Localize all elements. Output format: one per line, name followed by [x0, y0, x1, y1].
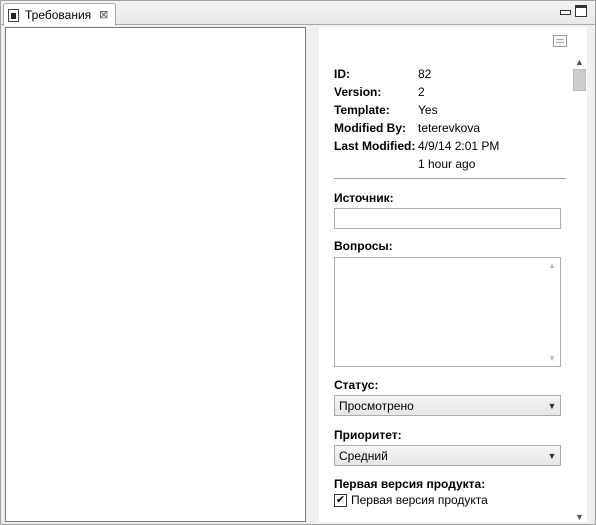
meta-row-id: ID: 82	[334, 65, 574, 83]
section-divider	[334, 178, 566, 179]
last-modified-value: 4/9/14 2:01 PM	[418, 139, 500, 153]
scroll-up-icon[interactable]: ▲	[548, 261, 556, 270]
requirements-tree-pane[interactable]	[5, 27, 306, 522]
version-label: Version:	[334, 85, 382, 99]
scroll-down-icon[interactable]: ▼	[575, 512, 584, 522]
status-label: Статус:	[334, 378, 379, 392]
tab-requirements[interactable]: Требования ⊠	[3, 3, 116, 26]
properties-pane: ID: 82 Version: 2 Template: Yes Modified…	[319, 27, 587, 522]
meta-row-last-modified: Last Modified: 4/9/14 2:01 PM	[334, 137, 574, 155]
first-version-label: Первая версия продукта:	[334, 477, 486, 491]
last-modified-relative: 1 hour ago	[418, 157, 476, 171]
first-version-row[interactable]: ✔ Первая версия продукта	[334, 493, 488, 507]
modified-by-label: Modified By:	[334, 121, 406, 135]
status-value: Просмотрено	[339, 398, 414, 413]
priority-label: Приоритет:	[334, 428, 402, 442]
properties-scrollbar[interactable]: ▲ ▼	[572, 57, 587, 522]
status-select[interactable]: Просмотрено ▼	[334, 395, 561, 416]
modified-by-value: teterevkova	[418, 121, 481, 135]
id-value: 82	[418, 67, 432, 81]
tab-title: Требования	[25, 8, 92, 22]
chevron-down-icon: ▼	[547, 400, 557, 411]
tab-bar: Требования ⊠	[1, 1, 595, 26]
close-icon[interactable]: ⊠	[99, 9, 108, 21]
scrollbar-thumb[interactable]	[573, 69, 586, 91]
scroll-down-icon[interactable]: ▼	[548, 354, 556, 363]
meta-row-template: Template: Yes	[334, 101, 574, 119]
meta-row-version: Version: 2	[334, 83, 574, 101]
first-version-checkbox[interactable]: ✔	[334, 493, 347, 507]
metadata-section: ID: 82 Version: 2 Template: Yes Modified…	[334, 65, 574, 173]
scroll-up-icon[interactable]: ▲	[575, 57, 584, 67]
meta-row-relative: 1 hour ago	[334, 155, 574, 173]
editor-window: Требования ⊠ ID: 82 Version: 2 Template:…	[0, 0, 596, 525]
id-label: ID:	[334, 67, 350, 81]
minimize-icon[interactable]	[559, 5, 571, 17]
meta-row-modified-by: Modified By: teterevkova	[334, 119, 574, 137]
version-value: 2	[418, 85, 425, 99]
questions-textarea[interactable]: ▲ ▼	[334, 257, 561, 367]
first-version-checkbox-label: Первая версия продукта	[351, 493, 488, 507]
template-label: Template:	[334, 103, 390, 117]
priority-value: Средний	[339, 448, 388, 463]
chevron-down-icon: ▼	[547, 450, 557, 461]
document-icon[interactable]	[553, 35, 567, 47]
questions-label: Вопросы:	[334, 239, 393, 253]
template-value: Yes	[418, 103, 438, 117]
source-label: Источник:	[334, 191, 394, 205]
checkmark-icon: ✔	[335, 493, 346, 506]
last-modified-label: Last Modified:	[334, 139, 416, 153]
maximize-icon[interactable]	[575, 5, 587, 17]
source-input[interactable]	[334, 208, 561, 229]
requirements-icon	[8, 8, 19, 22]
questions-scrollbar[interactable]: ▲ ▼	[544, 258, 560, 366]
priority-select[interactable]: Средний ▼	[334, 445, 561, 466]
